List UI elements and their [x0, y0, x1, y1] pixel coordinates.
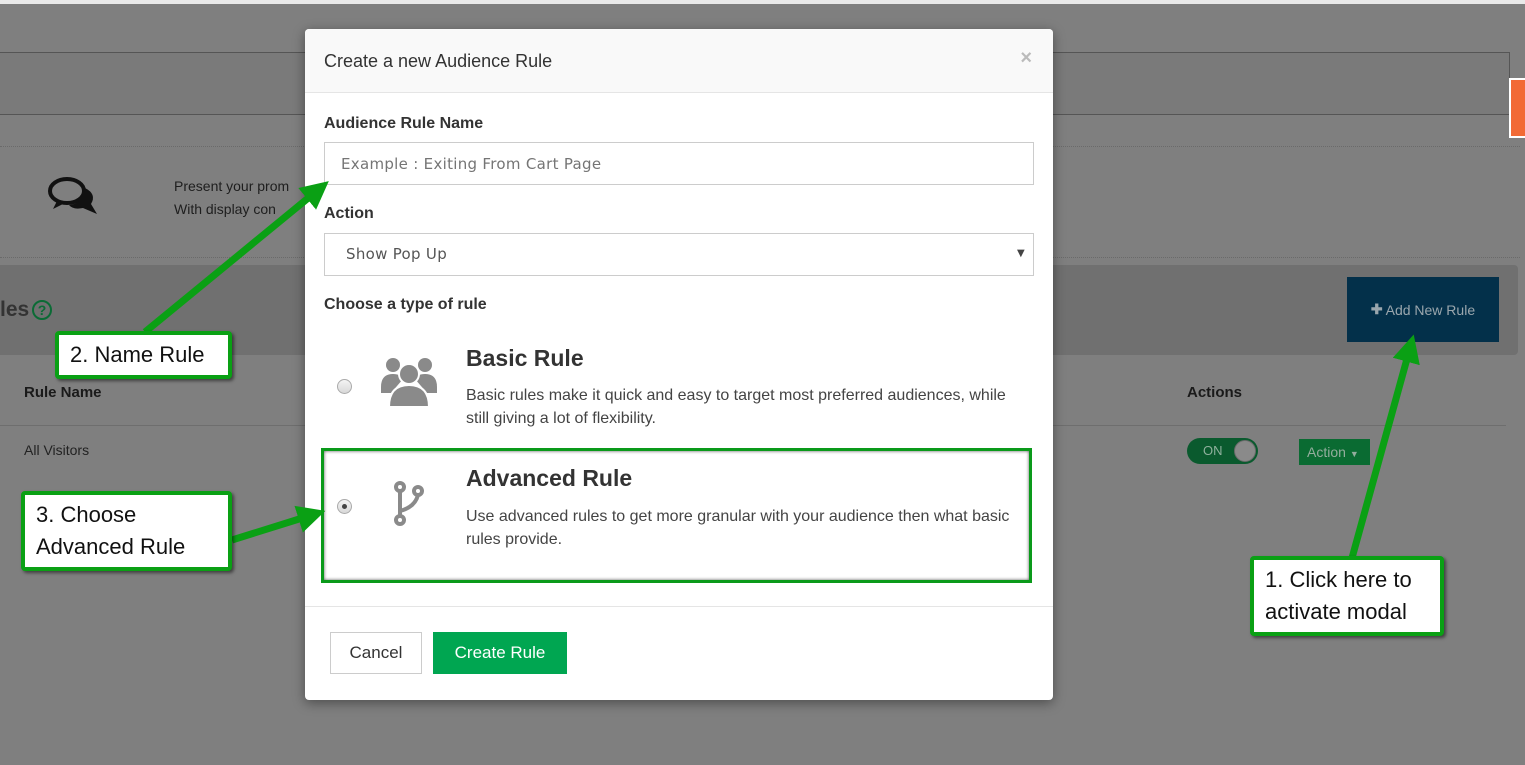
- annotation-arrows: [142, 181, 1420, 559]
- arrow-step3: [230, 505, 326, 544]
- arrow-step2: [142, 181, 329, 335]
- annotation-step1: 1. Click here to activate modal: [1250, 556, 1444, 636]
- annotation-step2: 2. Name Rule: [55, 331, 232, 379]
- annotation-step3: 3. Choose Advanced Rule: [21, 491, 232, 571]
- arrow-step1: [1348, 334, 1420, 559]
